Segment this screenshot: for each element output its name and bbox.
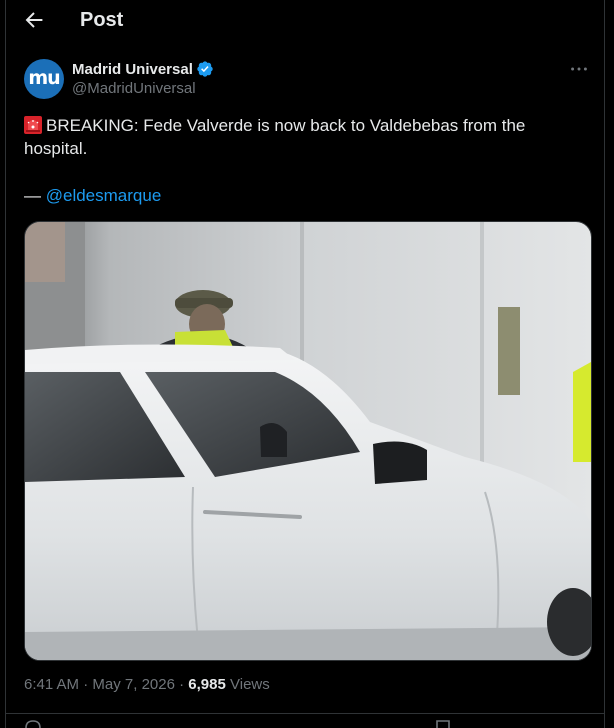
views-label: Views — [230, 676, 270, 693]
credit-prefix: — — [24, 186, 46, 205]
avatar-logo-text: mu — [28, 66, 60, 89]
post-text: BREAKING: Fede Valverde is now back to V… — [24, 114, 584, 160]
credit-mention-link[interactable]: @eldesmarque — [46, 186, 162, 205]
divider — [6, 713, 604, 714]
author-display-name[interactable]: Madrid Universal — [72, 61, 193, 78]
post-meta: 6:41 AM · May 7, 2026 · 6,985 Views — [24, 676, 270, 693]
rotating-light-icon — [24, 116, 42, 134]
meta-separator-2: · — [179, 676, 185, 693]
more-options-icon[interactable] — [568, 58, 590, 80]
reply-icon[interactable] — [24, 720, 42, 728]
post-date[interactable]: May 7, 2026 — [92, 676, 175, 693]
post-detail-column: Post mu Madrid Universal @MadridUniversa… — [5, 0, 605, 728]
arrow-left-icon[interactable] — [22, 8, 46, 32]
media-video-still[interactable] — [24, 221, 592, 661]
author-name-row: Madrid Universal — [72, 60, 214, 78]
post-time[interactable]: 6:41 AM — [24, 676, 79, 693]
views-count: 6,985 — [188, 676, 226, 693]
top-bar: Post — [6, 0, 604, 42]
author-handle[interactable]: @MadridUniversal — [72, 80, 196, 97]
verified-badge-icon — [197, 61, 213, 77]
video-thumbnail — [25, 222, 591, 660]
avatar[interactable]: mu — [24, 59, 64, 99]
page-title: Post — [80, 9, 124, 31]
meta-separator: · — [83, 676, 89, 693]
post-text-body: BREAKING: Fede Valverde is now back to V… — [24, 116, 526, 158]
post-credit: — @eldesmarque — [24, 186, 161, 206]
bookmark-icon[interactable] — [434, 720, 452, 728]
